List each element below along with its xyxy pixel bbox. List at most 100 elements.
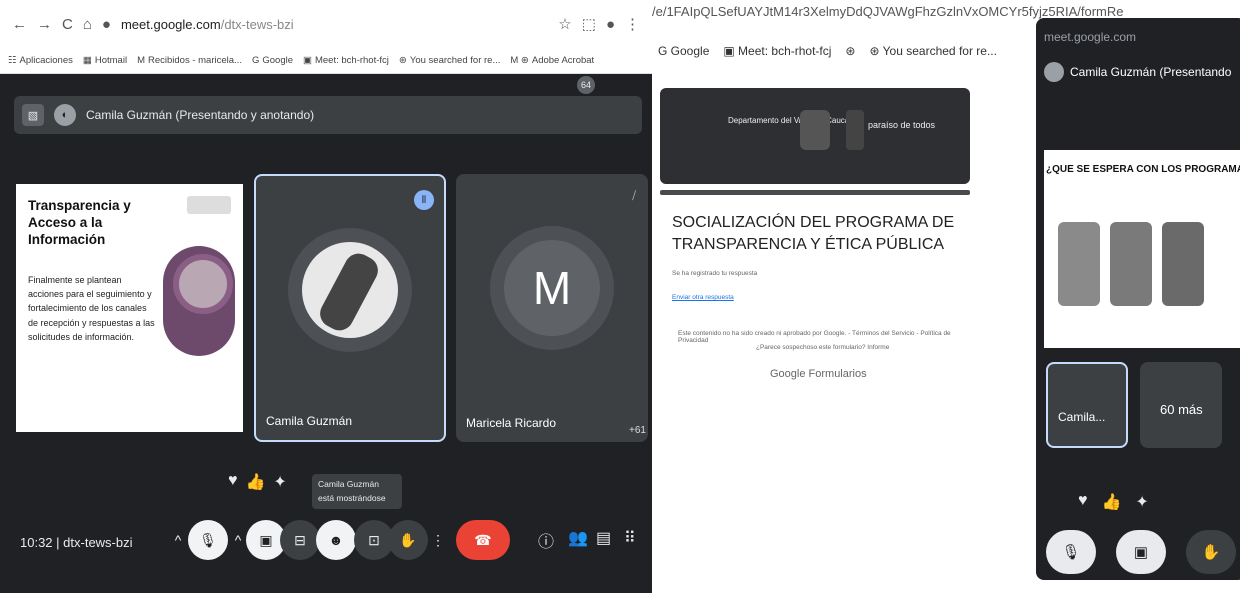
audio-options-button[interactable]: ^ [168, 520, 188, 560]
extensions-icon[interactable]: ⬚ [582, 15, 596, 33]
meet-stage: ▧ ◐ Camila Guzmán (Presentando y anotand… [0, 74, 652, 593]
participant-tile[interactable]: ⦀ Camila Guzmán [254, 174, 446, 442]
url-domain: meet.google.com [120, 16, 221, 32]
disclaimer-text: Este contenido no ha sido creado ni apro… [678, 330, 951, 344]
slide-card [1110, 222, 1152, 306]
panel-more-participants[interactable]: 60 más [1140, 362, 1222, 448]
leave-call-button[interactable]: ☎ [456, 520, 510, 560]
people-icon[interactable]: 👥 [568, 528, 588, 548]
info-icon[interactable]: ⓘ [538, 528, 554, 552]
bookmark-item[interactable]: ▣ Meet: bch-rhot-fcj [723, 44, 831, 58]
bookmark-item[interactable]: ⊛ You searched for re... [399, 55, 500, 66]
avatar: M [504, 240, 600, 336]
participant-name: Maricela Ricardo [466, 416, 557, 430]
meeting-info: 10:32 | dtx-tews-bzi [20, 534, 133, 550]
heart-icon[interactable]: ♥ [228, 472, 238, 492]
report-link[interactable]: ¿Parece sospechoso este formulario? Info… [756, 344, 889, 351]
clock: 10:32 [20, 534, 53, 550]
slide-card [1162, 222, 1204, 306]
profile-icon[interactable]: ● [606, 16, 615, 33]
avatar [302, 242, 398, 338]
form-accent-line [660, 190, 970, 195]
web-icon: ⊛ [869, 44, 883, 58]
presenter-label: Camila Guzmán (Presentando y anotando) [86, 108, 315, 122]
raise-hand-button[interactable]: ✋ [388, 520, 428, 560]
form-address-bar[interactable]: /e/1FAIpQLSefUAYJtM14r3XelmyDdQJVAWgFhzG… [652, 4, 1124, 19]
presenting-toast: Camila Guzmán está mostrándose [312, 474, 402, 510]
captions-button[interactable]: ⊟ [280, 520, 320, 560]
presenter-bar: ▧ ◐ Camila Guzmán (Presentando y anotand… [14, 96, 642, 134]
captions-icon: ⊟ [294, 531, 306, 548]
form-window: /e/1FAIpQLSefUAYJtM14r3XelmyDdQJVAWgFhzG… [652, 0, 1240, 593]
star-icon[interactable]: ☆ [558, 15, 571, 33]
present-icon[interactable]: ▧ [22, 104, 44, 126]
panel-camera-button[interactable]: ▣ [1116, 530, 1166, 574]
panel-participant-tile[interactable]: Camila... [1046, 362, 1128, 448]
camera-off-icon: ▣ [259, 531, 273, 548]
thumbs-up-icon[interactable]: 👍 [1102, 492, 1122, 512]
bookmark-item[interactable]: ⊛ You searched for re... [869, 44, 996, 58]
avatar-ring [288, 228, 412, 352]
bookmark-item[interactable]: M Recibidos - maricela... [137, 55, 242, 66]
hotmail-icon: ▦ [82, 55, 92, 66]
back-icon[interactable]: ← [12, 16, 27, 33]
acrobat-icon: M ⊛ [510, 55, 529, 66]
home-icon[interactable]: ⌂ [83, 16, 92, 33]
bookmark-item[interactable]: ▣ Meet: bch-rhot-fcj [303, 55, 389, 66]
presenter-avatar: ◐ [54, 104, 76, 126]
speaking-icon: ⦀ [414, 190, 434, 210]
panel-participant-name: Camila... [1058, 410, 1106, 424]
address-bar[interactable]: meet.google.com/dtx-tews-bzi [121, 17, 548, 32]
menu-icon[interactable]: ⋮ [625, 15, 640, 33]
slogan-logo-text: paraíso de todos [868, 120, 936, 130]
slide-card [1058, 222, 1100, 306]
panel-reactions: ♥ 👍 ✦ [1078, 492, 1149, 512]
activities-icon[interactable]: ⠿ [624, 528, 636, 548]
party-icon[interactable]: ✦ [273, 472, 286, 492]
more-options-button[interactable]: ⋮ [428, 520, 448, 560]
participant-tile[interactable]: ⧸ M Maricela Ricardo +61 [456, 174, 648, 442]
participants-badge: 64 [577, 76, 595, 94]
chat-icon[interactable]: ▤ [596, 528, 611, 548]
video-options-button[interactable]: ^ [228, 520, 248, 560]
control-bar: 10:32 | dtx-tews-bzi ^ 🎙 ^ ▣ ⊟ ☻ ⊡ ✋ ⋮ ☎… [0, 510, 652, 574]
mic-off-icon: 🎙 [1061, 544, 1081, 561]
panel-mic-button[interactable]: 🎙 [1046, 530, 1096, 574]
bookmark-item[interactable]: G Google [658, 44, 709, 58]
confirmation-text: Se ha registrado tu respuesta [672, 270, 758, 277]
thumbs-up-icon[interactable]: 👍 [246, 472, 266, 492]
reload-icon[interactable]: C [62, 16, 73, 33]
bookmark-item[interactable]: G Google [252, 55, 293, 66]
more-vert-icon: ⋮ [431, 531, 445, 548]
panel-url: meet.google.com [1044, 30, 1137, 44]
party-icon[interactable]: ✦ [1135, 492, 1148, 512]
bookmark-item[interactable]: ▦ Hotmail [83, 55, 127, 66]
forward-icon[interactable]: → [37, 16, 52, 33]
apps-icon: ☷ [8, 55, 17, 66]
chevron-up-icon: ^ [234, 532, 242, 548]
crest-icon [800, 110, 830, 150]
panel-raise-hand-button[interactable]: ✋ [1186, 530, 1236, 574]
hand-icon: ✋ [399, 531, 417, 548]
web-icon: ⊛ [398, 55, 407, 66]
google-icon: G [251, 55, 260, 66]
hand-icon: ✋ [1201, 544, 1221, 561]
heart-icon[interactable]: ♥ [1078, 492, 1088, 512]
participant-name: Camila Guzmán [266, 414, 353, 428]
panel-slide: ¿QUE SE ESPERA CON LOS PROGRAMA [1044, 150, 1240, 348]
mic-button[interactable]: 🎙 [188, 520, 228, 560]
hang-up-icon: ☎ [474, 531, 492, 548]
bookmark-item[interactable]: ☷ Aplicaciones [8, 55, 73, 66]
google-icon: G [658, 44, 671, 58]
url-path: /dtx-tews-bzi [220, 16, 294, 32]
slide-logo [187, 196, 231, 214]
panel-presenter-label: Camila Guzmán (Presentando [1070, 65, 1232, 79]
bookmark-item[interactable]: M ⊛ Adobe Acrobat [510, 55, 594, 66]
emoji-button[interactable]: ☻ [316, 520, 356, 560]
submit-another-link[interactable]: Enviar otra respuesta [672, 294, 734, 301]
mic-off-icon: ⧸ [632, 190, 636, 202]
panel-presenter-bar: Camila Guzmán (Presentando [1044, 62, 1231, 82]
browser-toolbar: ← → C ⌂ ● meet.google.com/dtx-tews-bzi ☆… [0, 0, 652, 48]
department-logo-text: Departamento del Valle del Cauca [728, 116, 850, 125]
meet-favicon-icon: ● [101, 15, 111, 33]
